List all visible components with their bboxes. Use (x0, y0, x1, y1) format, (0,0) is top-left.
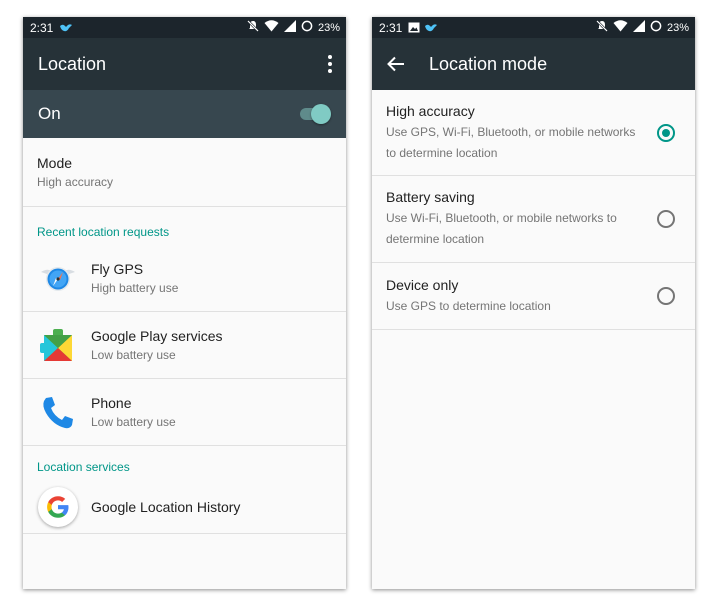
phone-icon (38, 392, 78, 432)
mute-icon (247, 20, 259, 35)
recent-requests-header: Recent location requests (37, 225, 170, 239)
list-item-google-location-history[interactable]: Google Location History (23, 480, 346, 534)
image-notification-icon (408, 22, 420, 33)
battery-usage: High battery use (91, 281, 179, 295)
radio-button[interactable] (657, 287, 675, 305)
mode-setting[interactable]: Mode High accuracy (23, 138, 346, 207)
status-bar: 2:31 23% (23, 17, 346, 38)
fly-gps-icon (38, 258, 78, 298)
status-bar: 2:31 23% (372, 17, 695, 38)
page-title: Location mode (429, 53, 548, 74)
option-description-line1: Use GPS, Wi-Fi, Bluetooth, or mobile net… (386, 124, 636, 139)
option-title: High accuracy (386, 102, 475, 119)
mode-value: High accuracy (37, 175, 114, 189)
status-time: 2:31 (30, 20, 54, 35)
option-description-line1: Use Wi-Fi, Bluetooth, or mobile networks… (386, 211, 617, 225)
battery-percent: 23% (317, 21, 340, 34)
option-description-line1: Use GPS to determine location (386, 298, 551, 313)
location-switch[interactable] (300, 104, 331, 124)
option-device-only[interactable]: Device only Use GPS to determine locatio… (372, 263, 695, 330)
signal-icon (632, 20, 645, 35)
radio-button[interactable] (657, 210, 675, 228)
option-high-accuracy[interactable]: High accuracy Use GPS, Wi-Fi, Bluetooth,… (372, 90, 695, 176)
toggle-label: On (38, 104, 61, 123)
google-g-icon (38, 486, 78, 527)
battery-usage: Low battery use (91, 415, 176, 429)
switch-thumb (311, 104, 331, 124)
mode-title: Mode (37, 155, 73, 171)
list-item-google-play-services[interactable]: Google Play services Low battery use (23, 312, 346, 379)
option-battery-saving[interactable]: Battery saving Use Wi-Fi, Bluetooth, or … (372, 176, 695, 263)
battery-ring-icon (301, 20, 313, 35)
location-mode-screen: 2:31 23% Location mode High accuracy Use… (372, 17, 695, 589)
location-services-header: Location services (37, 460, 130, 474)
option-title: Battery saving (386, 189, 475, 205)
bird-notification-icon (424, 23, 438, 33)
mute-icon (596, 20, 608, 35)
app-bar: Location mode (372, 38, 695, 90)
wifi-icon (613, 20, 628, 35)
location-master-toggle-row[interactable]: On (23, 90, 346, 138)
app-bar: Location (23, 38, 346, 90)
back-arrow-icon[interactable] (387, 56, 405, 72)
battery-usage: Low battery use (91, 348, 176, 362)
page-title: Location (38, 53, 107, 74)
list-item-phone[interactable]: Phone Low battery use (23, 379, 346, 446)
option-description-line2: determine location (386, 232, 485, 246)
signal-icon (283, 20, 296, 35)
wifi-icon (264, 20, 279, 35)
app-name: Fly GPS (91, 261, 144, 277)
list-item-fly-gps[interactable]: Fly GPS High battery use (23, 245, 346, 312)
bird-notification-icon (59, 23, 73, 33)
option-description-line2: to determine location (386, 145, 498, 160)
option-title: Device only (386, 276, 459, 293)
overflow-menu-icon[interactable] (328, 53, 332, 75)
radio-button-selected[interactable] (657, 123, 675, 142)
battery-percent: 23% (666, 21, 689, 34)
app-name: Google Play services (91, 328, 223, 344)
status-time: 2:31 (379, 20, 403, 35)
app-name: Phone (91, 395, 132, 411)
service-name: Google Location History (91, 498, 241, 515)
battery-ring-icon (650, 20, 662, 35)
location-settings-screen: 2:31 23% Location On Mode High accuracy … (23, 17, 346, 589)
google-play-services-icon (38, 325, 78, 365)
